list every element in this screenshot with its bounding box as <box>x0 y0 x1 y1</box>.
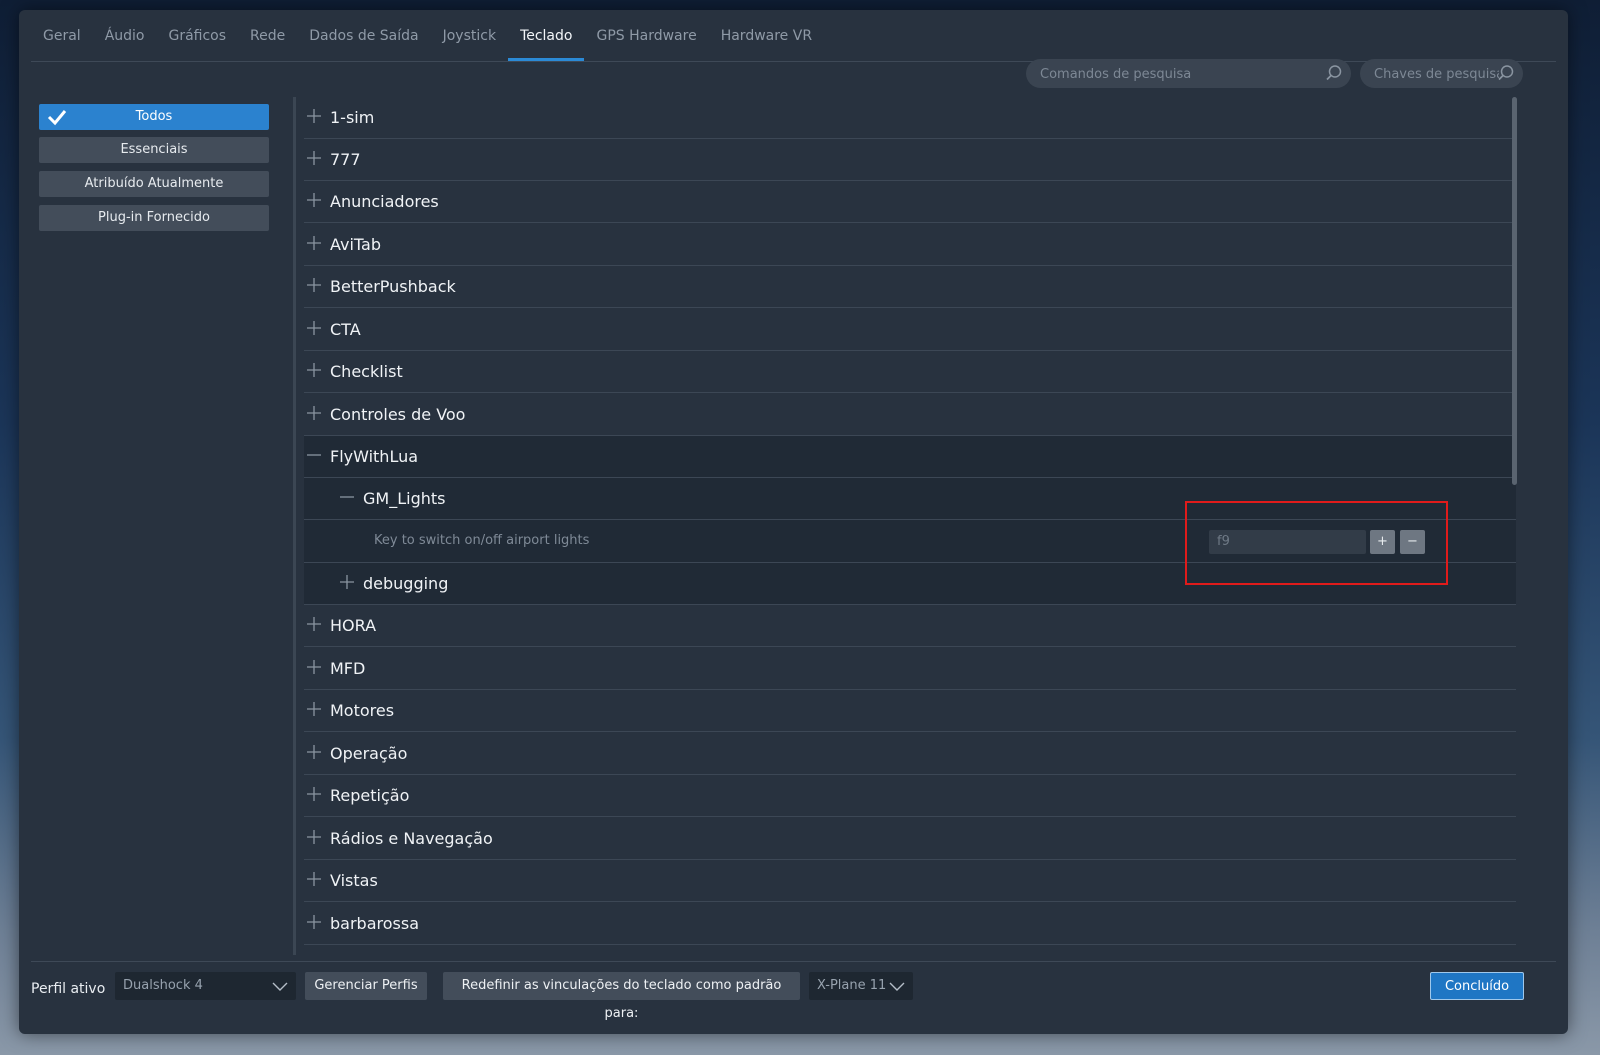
highlight-annotation-box <box>1185 501 1448 585</box>
tab-graficos[interactable]: Gráficos <box>156 24 238 61</box>
profile-dropdown-value: Dualshock 4 <box>123 978 203 993</box>
chevron-down-icon <box>272 982 288 991</box>
category-row-mfd[interactable]: MFD <box>304 648 1516 690</box>
tab-gps-hardware[interactable]: GPS Hardware <box>584 24 708 61</box>
category-label: Repetição <box>330 786 410 805</box>
expand-plus-icon[interactable] <box>306 235 322 251</box>
category-label: CTA <box>330 320 361 339</box>
settings-tabs: Geral Áudio Gráficos Rede Dados de Saída… <box>31 24 1556 62</box>
tab-hardware-vr[interactable]: Hardware VR <box>709 24 824 61</box>
category-label: Controles de Voo <box>330 405 466 424</box>
tab-dados-de-saida[interactable]: Dados de Saída <box>297 24 430 61</box>
tab-joystick[interactable]: Joystick <box>431 24 508 61</box>
category-row-anunciadores[interactable]: Anunciadores <box>304 181 1516 223</box>
reset-target-value: X-Plane 11 <box>817 978 887 993</box>
search-icon[interactable] <box>1497 64 1515 82</box>
expand-plus-icon[interactable] <box>339 574 355 590</box>
manage-profiles-button[interactable]: Gerenciar Perfis <box>305 972 427 1000</box>
search-keys-box <box>1360 59 1523 90</box>
category-row-avitab[interactable]: AviTab <box>304 224 1516 266</box>
category-label: 1-sim <box>330 108 375 127</box>
category-label: barbarossa <box>330 914 419 933</box>
category-row-vistas[interactable]: Vistas <box>304 860 1516 902</box>
category-label: BetterPushback <box>330 277 456 296</box>
category-row-barbarossa[interactable]: barbarossa <box>304 903 1516 945</box>
expand-plus-icon[interactable] <box>306 405 322 421</box>
category-label: 777 <box>330 150 361 169</box>
category-row-checklist[interactable]: Checklist <box>304 351 1516 393</box>
tab-teclado[interactable]: Teclado <box>508 24 585 61</box>
collapse-minus-icon[interactable] <box>339 489 355 505</box>
category-row-flywithlua[interactable]: FlyWithLua <box>304 436 1516 478</box>
expand-plus-icon[interactable] <box>306 320 322 336</box>
expand-plus-icon[interactable] <box>306 362 322 378</box>
done-button[interactable]: Concluído <box>1430 972 1524 1000</box>
expand-plus-icon[interactable] <box>306 701 322 717</box>
keyboard-settings-window: Geral Áudio Gráficos Rede Dados de Saída… <box>19 10 1568 1034</box>
category-row-controles-de-voo[interactable]: Controles de Voo <box>304 394 1516 436</box>
expand-plus-icon[interactable] <box>306 150 322 166</box>
category-row-betterpushback[interactable]: BetterPushback <box>304 266 1516 308</box>
selection-indicator <box>293 436 296 606</box>
reset-bindings-button[interactable]: Redefinir as vinculações do teclado como… <box>443 972 800 1021</box>
category-label: Anunciadores <box>330 192 439 211</box>
category-label: Checklist <box>330 362 403 381</box>
category-row-repeticao[interactable]: Repetição <box>304 775 1516 817</box>
expand-plus-icon[interactable] <box>306 914 322 930</box>
footer-divider <box>31 961 1556 962</box>
expand-plus-icon[interactable] <box>306 829 322 845</box>
checkmark-icon <box>47 110 67 126</box>
subgroup-label: debugging <box>363 574 449 593</box>
subgroup-label: GM_Lights <box>363 489 446 508</box>
tab-rede[interactable]: Rede <box>238 24 297 61</box>
category-row-radios[interactable]: Rádios e Navegação <box>304 818 1516 860</box>
chevron-down-icon <box>889 982 905 991</box>
category-row-1-sim[interactable]: 1-sim <box>304 97 1516 139</box>
filter-essenciais-button[interactable]: Essenciais <box>39 137 269 163</box>
filter-atribuido-button[interactable]: Atribuído Atualmente <box>39 171 269 197</box>
command-label: Key to switch on/off airport lights <box>374 533 590 548</box>
expand-plus-icon[interactable] <box>306 871 322 887</box>
filter-label: Todos <box>135 109 173 124</box>
tab-audio[interactable]: Áudio <box>93 24 157 61</box>
tab-geral[interactable]: Geral <box>31 24 93 61</box>
category-row-hora[interactable]: HORA <box>304 605 1516 647</box>
search-icon[interactable] <box>1325 64 1343 82</box>
expand-plus-icon[interactable] <box>306 659 322 675</box>
expand-plus-icon[interactable] <box>306 744 322 760</box>
expand-plus-icon[interactable] <box>306 786 322 802</box>
profile-dropdown[interactable]: Dualshock 4 <box>115 972 296 1000</box>
category-label: FlyWithLua <box>330 447 419 466</box>
reset-target-dropdown[interactable]: X-Plane 11 <box>809 972 913 1000</box>
category-label: Rádios e Navegação <box>330 829 493 848</box>
filter-plugin-button[interactable]: Plug-in Fornecido <box>39 205 269 231</box>
search-commands-input[interactable] <box>1038 59 1322 90</box>
category-row-cta[interactable]: CTA <box>304 309 1516 351</box>
category-row-777[interactable]: 777 <box>304 139 1516 181</box>
category-label: MFD <box>330 659 366 678</box>
expand-plus-icon[interactable] <box>306 616 322 632</box>
category-label: Vistas <box>330 871 378 890</box>
category-label: HORA <box>330 616 377 635</box>
category-row-operacao[interactable]: Operação <box>304 733 1516 775</box>
expand-plus-icon[interactable] <box>306 277 322 293</box>
list-scrollbar[interactable] <box>1512 97 1517 485</box>
category-label: Operação <box>330 744 408 763</box>
active-profile-label: Perfil ativo <box>31 981 106 997</box>
expand-plus-icon[interactable] <box>306 108 322 124</box>
category-row-motores[interactable]: Motores <box>304 690 1516 732</box>
expand-plus-icon[interactable] <box>306 192 322 208</box>
search-commands-box <box>1026 59 1351 90</box>
collapse-minus-icon[interactable] <box>306 447 322 463</box>
category-label: AviTab <box>330 235 382 254</box>
category-label: Motores <box>330 701 395 720</box>
filter-todos-button[interactable]: Todos <box>39 104 269 130</box>
search-keys-input[interactable] <box>1372 59 1501 90</box>
